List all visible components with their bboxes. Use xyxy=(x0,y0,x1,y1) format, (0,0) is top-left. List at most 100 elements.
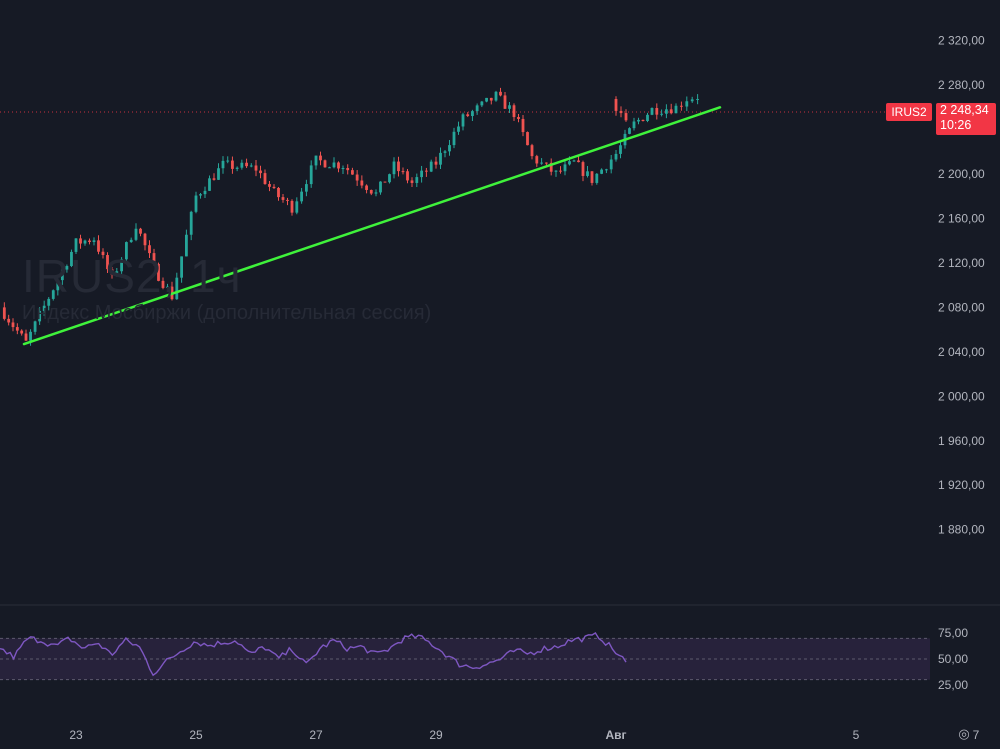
candle-body xyxy=(351,170,354,175)
candle-body xyxy=(346,167,350,171)
time-tick-label: Авг xyxy=(605,728,626,742)
candle-body xyxy=(600,169,603,174)
candle-body xyxy=(295,201,299,213)
candle-body xyxy=(272,186,276,188)
candle-body xyxy=(92,240,96,243)
candle-body xyxy=(245,162,248,167)
rsi-tick-label: 50,00 xyxy=(938,652,968,666)
candle-body xyxy=(290,200,294,213)
candle-body xyxy=(628,128,631,134)
candle-body xyxy=(314,155,318,166)
settings-gear-icon[interactable]: ◎ xyxy=(957,727,971,741)
candle-body xyxy=(499,91,502,96)
candle-body xyxy=(254,165,258,171)
candle-body xyxy=(517,117,520,119)
candle-body xyxy=(485,97,488,102)
rsi-pane xyxy=(0,632,930,681)
candle-body xyxy=(512,105,516,118)
candle-body xyxy=(106,255,109,270)
candle-body xyxy=(332,162,336,168)
bar-countdown: 10:26 xyxy=(940,118,972,132)
price-tick-label: 2 160,00 xyxy=(938,211,985,225)
candle-body xyxy=(545,162,548,164)
candle-body xyxy=(166,286,169,288)
support-trendline xyxy=(22,106,722,346)
price-tick-label: 2 000,00 xyxy=(938,389,985,403)
candle-body xyxy=(337,162,340,169)
last-price-badge: 2 248,34 10:26 xyxy=(936,103,996,135)
candle-body xyxy=(415,177,419,183)
candle-body xyxy=(231,160,234,169)
candle-body xyxy=(97,240,100,252)
candle-body xyxy=(88,240,91,243)
candle-body xyxy=(148,245,151,254)
candle-body xyxy=(249,165,253,167)
candle-body xyxy=(425,170,428,172)
candle-body xyxy=(226,160,230,162)
candle-body xyxy=(674,105,678,114)
candle-body xyxy=(650,108,654,115)
candle-body xyxy=(365,185,368,190)
candle-body xyxy=(680,105,683,107)
candle-body xyxy=(180,256,183,278)
candle-body xyxy=(341,167,345,169)
candle-body xyxy=(263,173,267,185)
candle-body xyxy=(581,162,585,176)
candle-body xyxy=(466,114,470,117)
time-tick-label: 25 xyxy=(189,728,203,742)
symbol-badge: IRUS2 xyxy=(886,103,932,121)
candle-body xyxy=(268,184,271,187)
candle-body xyxy=(277,187,280,198)
candle-body xyxy=(217,168,220,180)
price-tick-label: 1 920,00 xyxy=(938,478,985,492)
candle-body xyxy=(360,180,364,186)
candle-body xyxy=(194,195,198,212)
candle-body xyxy=(157,263,160,281)
candle-body xyxy=(379,181,382,193)
candle-body xyxy=(189,211,193,235)
candle-body xyxy=(305,184,308,192)
candle-body xyxy=(235,167,239,169)
candle-body xyxy=(38,310,42,322)
candle-body xyxy=(392,161,396,175)
candle-body xyxy=(129,239,133,243)
chart-area[interactable]: 2 320,00 2 280,00 2 200,00 2 160,00 2 120,00… xyxy=(0,0,1000,749)
candle-body xyxy=(568,161,571,165)
candle-body xyxy=(448,145,451,152)
candle-body xyxy=(115,271,119,275)
time-tick-label: 5 xyxy=(853,728,860,742)
candle-body xyxy=(74,238,78,252)
candle-body xyxy=(489,97,493,101)
candle-body xyxy=(641,119,645,121)
candle-body xyxy=(521,118,525,133)
candle-body xyxy=(323,160,327,168)
candle-body xyxy=(15,327,19,331)
candle-body xyxy=(614,98,618,111)
candle-body xyxy=(152,253,156,264)
candle-body xyxy=(208,178,211,191)
candle-body xyxy=(221,160,225,169)
candle-body xyxy=(503,95,507,109)
time-tick-label: 23 xyxy=(69,728,83,742)
price-tick-label: 2 200,00 xyxy=(938,167,985,181)
candle-body xyxy=(609,159,613,170)
candle-body xyxy=(614,153,618,160)
candle-body xyxy=(143,233,147,246)
candle-body xyxy=(646,114,649,121)
candle-body xyxy=(526,132,529,146)
candle-body xyxy=(199,194,202,196)
candle-body xyxy=(632,121,636,129)
candle-body xyxy=(134,228,138,240)
candle-body xyxy=(577,160,580,163)
candle-body xyxy=(309,165,313,185)
candle-body xyxy=(175,277,179,300)
candle-body xyxy=(65,266,69,270)
candle-body xyxy=(110,269,114,275)
candle-body xyxy=(79,238,82,244)
candle-body xyxy=(125,242,128,260)
candle-body xyxy=(563,164,567,172)
candle-body xyxy=(319,155,322,161)
candle-body xyxy=(655,108,659,115)
price-tick-label: 2 080,00 xyxy=(938,300,985,314)
price-tick-label: 2 280,00 xyxy=(938,78,985,92)
